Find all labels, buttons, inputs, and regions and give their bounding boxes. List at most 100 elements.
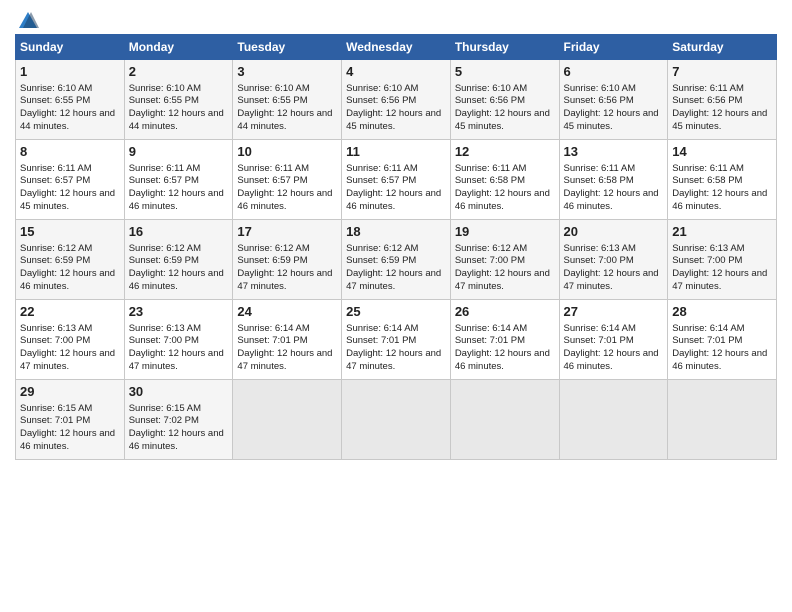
day-number: 11 — [346, 143, 446, 161]
cell-content: 12Sunrise: 6:11 AMSunset: 6:58 PMDayligh… — [455, 143, 555, 214]
cell-content: 24Sunrise: 6:14 AMSunset: 7:01 PMDayligh… — [237, 303, 337, 374]
day-number: 12 — [455, 143, 555, 161]
day-number: 15 — [20, 223, 120, 241]
cell-content: 22Sunrise: 6:13 AMSunset: 7:00 PMDayligh… — [20, 303, 120, 374]
day-number: 22 — [20, 303, 120, 321]
page-container: SundayMondayTuesdayWednesdayThursdayFrid… — [0, 0, 792, 470]
sunset-text: Sunset: 6:56 PM — [564, 95, 664, 108]
sunrise-text: Sunrise: 6:15 AM — [129, 403, 229, 416]
daylight-text: Daylight: 12 hours and 44 minutes. — [237, 108, 337, 134]
daylight-text: Daylight: 12 hours and 46 minutes. — [672, 348, 772, 374]
calendar-cell: 1Sunrise: 6:10 AMSunset: 6:55 PMDaylight… — [16, 60, 125, 140]
day-number: 24 — [237, 303, 337, 321]
daylight-text: Daylight: 12 hours and 46 minutes. — [455, 348, 555, 374]
cell-content: 27Sunrise: 6:14 AMSunset: 7:01 PMDayligh… — [564, 303, 664, 374]
sunset-text: Sunset: 6:56 PM — [346, 95, 446, 108]
day-number: 23 — [129, 303, 229, 321]
cell-content: 29Sunrise: 6:15 AMSunset: 7:01 PMDayligh… — [20, 383, 120, 454]
sunrise-text: Sunrise: 6:14 AM — [564, 323, 664, 336]
sunrise-text: Sunrise: 6:11 AM — [20, 163, 120, 176]
day-number: 25 — [346, 303, 446, 321]
calendar-cell: 20Sunrise: 6:13 AMSunset: 7:00 PMDayligh… — [559, 220, 668, 300]
sunrise-text: Sunrise: 6:15 AM — [20, 403, 120, 416]
sunset-text: Sunset: 6:57 PM — [20, 175, 120, 188]
daylight-text: Daylight: 12 hours and 44 minutes. — [129, 108, 229, 134]
calendar-cell: 25Sunrise: 6:14 AMSunset: 7:01 PMDayligh… — [342, 300, 451, 380]
day-header: Sunday — [16, 35, 125, 60]
calendar-cell — [450, 380, 559, 460]
cell-content: 21Sunrise: 6:13 AMSunset: 7:00 PMDayligh… — [672, 223, 772, 294]
day-number: 7 — [672, 63, 772, 81]
daylight-text: Daylight: 12 hours and 45 minutes. — [20, 188, 120, 214]
calendar-cell: 6Sunrise: 6:10 AMSunset: 6:56 PMDaylight… — [559, 60, 668, 140]
cell-content: 28Sunrise: 6:14 AMSunset: 7:01 PMDayligh… — [672, 303, 772, 374]
day-number: 16 — [129, 223, 229, 241]
day-number: 9 — [129, 143, 229, 161]
sunrise-text: Sunrise: 6:11 AM — [455, 163, 555, 176]
day-header: Saturday — [668, 35, 777, 60]
sunset-text: Sunset: 7:01 PM — [564, 335, 664, 348]
calendar-cell — [233, 380, 342, 460]
calendar-cell: 4Sunrise: 6:10 AMSunset: 6:56 PMDaylight… — [342, 60, 451, 140]
calendar-cell: 5Sunrise: 6:10 AMSunset: 6:56 PMDaylight… — [450, 60, 559, 140]
sunrise-text: Sunrise: 6:14 AM — [455, 323, 555, 336]
day-number: 14 — [672, 143, 772, 161]
logo-icon — [17, 10, 39, 32]
sunset-text: Sunset: 6:57 PM — [237, 175, 337, 188]
calendar-cell: 26Sunrise: 6:14 AMSunset: 7:01 PMDayligh… — [450, 300, 559, 380]
sunrise-text: Sunrise: 6:12 AM — [20, 243, 120, 256]
sunset-text: Sunset: 7:00 PM — [455, 255, 555, 268]
calendar-cell: 24Sunrise: 6:14 AMSunset: 7:01 PMDayligh… — [233, 300, 342, 380]
cell-content: 6Sunrise: 6:10 AMSunset: 6:56 PMDaylight… — [564, 63, 664, 134]
sunset-text: Sunset: 6:59 PM — [237, 255, 337, 268]
daylight-text: Daylight: 12 hours and 46 minutes. — [129, 188, 229, 214]
day-header: Friday — [559, 35, 668, 60]
day-number: 18 — [346, 223, 446, 241]
calendar-cell: 23 Sunrise: 6:13 AMSunset: 7:00 PMDayligh… — [124, 300, 233, 380]
sunrise-text: Sunrise: 6:11 AM — [564, 163, 664, 176]
cell-content: 9Sunrise: 6:11 AMSunset: 6:57 PMDaylight… — [129, 143, 229, 214]
sunrise-text: Sunrise: 6:13 AM — [129, 323, 229, 336]
calendar-cell: 7Sunrise: 6:11 AMSunset: 6:56 PMDaylight… — [668, 60, 777, 140]
sunrise-text: Sunrise: 6:12 AM — [346, 243, 446, 256]
cell-content: 16Sunrise: 6:12 AMSunset: 6:59 PMDayligh… — [129, 223, 229, 294]
calendar-cell: 2Sunrise: 6:10 AMSunset: 6:55 PMDaylight… — [124, 60, 233, 140]
sunrise-text: Sunrise: 6:13 AM — [20, 323, 120, 336]
calendar-cell: 15Sunrise: 6:12 AMSunset: 6:59 PMDayligh… — [16, 220, 125, 300]
daylight-text: Daylight: 12 hours and 47 minutes. — [346, 348, 446, 374]
sunset-text: Sunset: 7:02 PM — [129, 415, 229, 428]
sunset-text: Sunset: 7:01 PM — [20, 415, 120, 428]
sunset-text: Sunset: 6:58 PM — [672, 175, 772, 188]
cell-content: 20Sunrise: 6:13 AMSunset: 7:00 PMDayligh… — [564, 223, 664, 294]
sunset-text: Sunset: 6:55 PM — [129, 95, 229, 108]
cell-content: 14Sunrise: 6:11 AMSunset: 6:58 PMDayligh… — [672, 143, 772, 214]
cell-content: 8Sunrise: 6:11 AMSunset: 6:57 PMDaylight… — [20, 143, 120, 214]
calendar-cell: 10Sunrise: 6:11 AMSunset: 6:57 PMDayligh… — [233, 140, 342, 220]
day-number: 13 — [564, 143, 664, 161]
sunset-text: Sunset: 6:58 PM — [564, 175, 664, 188]
sunset-text: Sunset: 7:01 PM — [237, 335, 337, 348]
calendar-cell: 9Sunrise: 6:11 AMSunset: 6:57 PMDaylight… — [124, 140, 233, 220]
calendar-cell: 13 Sunrise: 6:11 AMSunset: 6:58 PMDayligh… — [559, 140, 668, 220]
daylight-text: Daylight: 12 hours and 45 minutes. — [564, 108, 664, 134]
daylight-text: Daylight: 12 hours and 47 minutes. — [129, 348, 229, 374]
daylight-text: Daylight: 12 hours and 46 minutes. — [564, 188, 664, 214]
calendar-cell: 12Sunrise: 6:11 AMSunset: 6:58 PMDayligh… — [450, 140, 559, 220]
daylight-text: Daylight: 12 hours and 44 minutes. — [20, 108, 120, 134]
calendar-cell: 14Sunrise: 6:11 AMSunset: 6:58 PMDayligh… — [668, 140, 777, 220]
day-number: 21 — [672, 223, 772, 241]
sunset-text: Sunset: 7:00 PM — [129, 335, 229, 348]
cell-content: 26Sunrise: 6:14 AMSunset: 7:01 PMDayligh… — [455, 303, 555, 374]
sunrise-text: Sunrise: 6:12 AM — [129, 243, 229, 256]
day-header: Monday — [124, 35, 233, 60]
daylight-text: Daylight: 12 hours and 46 minutes. — [564, 348, 664, 374]
cell-content: 13 Sunrise: 6:11 AMSunset: 6:58 PMDayligh… — [564, 143, 664, 214]
day-header: Wednesday — [342, 35, 451, 60]
calendar-cell: 21Sunrise: 6:13 AMSunset: 7:00 PMDayligh… — [668, 220, 777, 300]
daylight-text: Daylight: 12 hours and 46 minutes. — [129, 428, 229, 454]
sunrise-text: Sunrise: 6:13 AM — [672, 243, 772, 256]
calendar-table: SundayMondayTuesdayWednesdayThursdayFrid… — [15, 34, 777, 460]
calendar-cell: 29Sunrise: 6:15 AMSunset: 7:01 PMDayligh… — [16, 380, 125, 460]
sunset-text: Sunset: 7:01 PM — [672, 335, 772, 348]
sunset-text: Sunset: 6:57 PM — [129, 175, 229, 188]
